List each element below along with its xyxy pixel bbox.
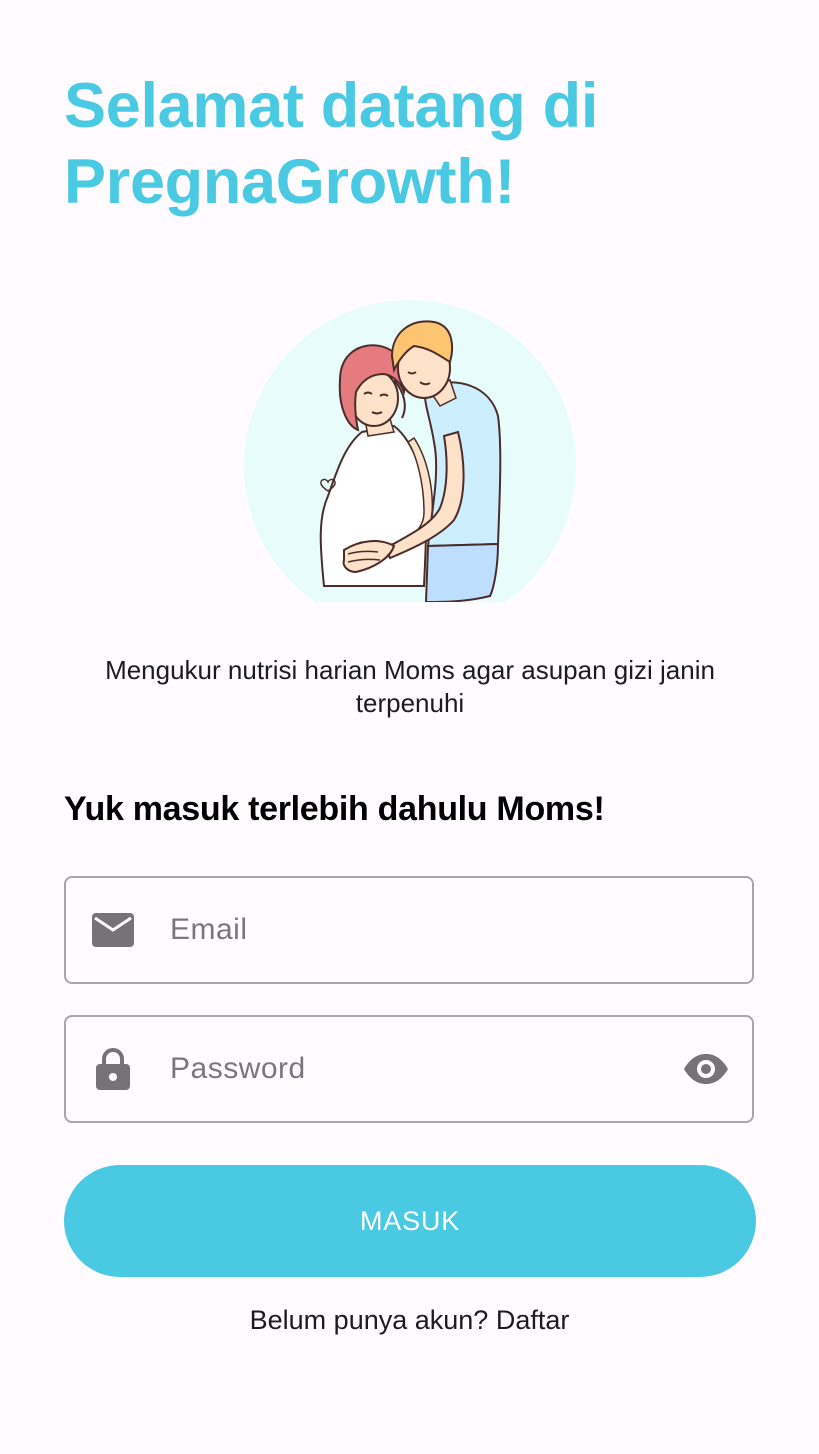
tagline: Mengukur nutrisi harian Moms agar asupan…: [105, 655, 715, 718]
title-line-2: PregnaGrowth!: [64, 147, 516, 217]
register-link[interactable]: Daftar: [496, 1305, 570, 1335]
mail-icon: [91, 908, 135, 952]
email-field[interactable]: [64, 876, 754, 984]
register-prompt-text: Belum punya akun?: [249, 1305, 489, 1335]
lock-icon: [91, 1047, 135, 1091]
login-heading: Yuk masuk terlebih dahulu Moms!: [64, 790, 605, 828]
password-input[interactable]: [168, 1017, 672, 1121]
email-input[interactable]: [168, 878, 672, 982]
title-line-1: Selamat datang di: [64, 71, 599, 141]
login-button[interactable]: MASUK: [64, 1165, 756, 1277]
password-field[interactable]: [64, 1015, 754, 1123]
register-prompt: Belum punya akun? Daftar: [0, 1305, 819, 1336]
pregnant-couple-illustration: [244, 296, 576, 642]
page-title: Selamat datang di PregnaGrowth!: [64, 68, 764, 220]
eye-icon[interactable]: [682, 1045, 730, 1093]
